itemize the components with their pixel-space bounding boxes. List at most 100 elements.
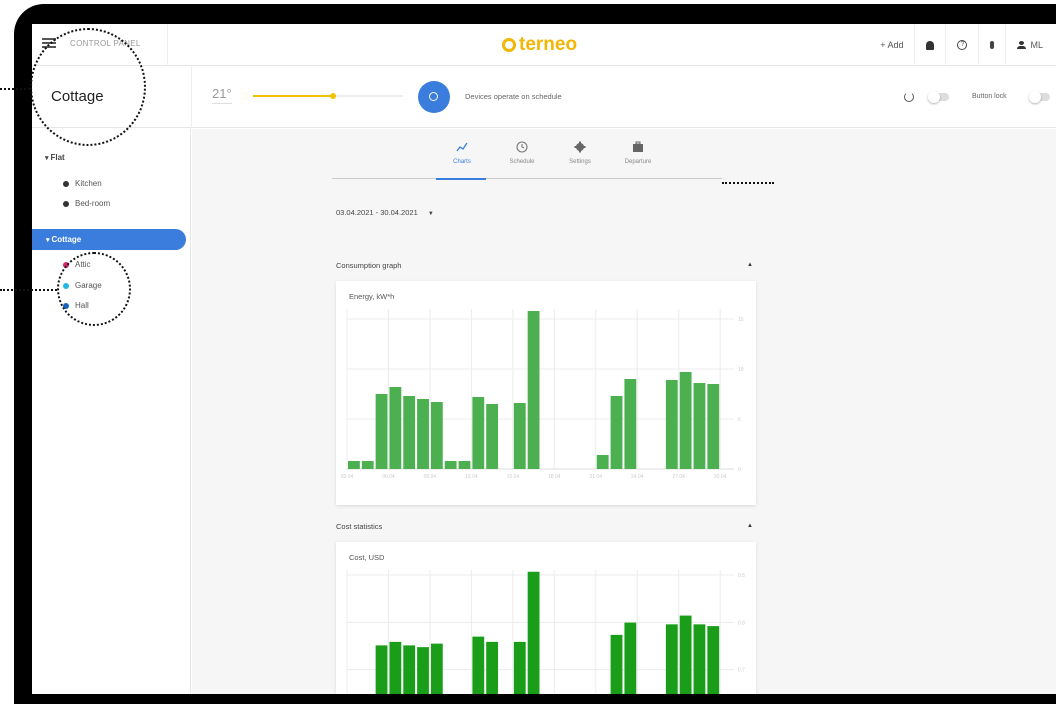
annotation-circle-location bbox=[30, 28, 146, 146]
user-icon bbox=[1017, 41, 1027, 49]
bar bbox=[693, 383, 706, 469]
sidebar-group-cottage[interactable]: Cottage bbox=[32, 229, 186, 250]
slider-fill bbox=[253, 95, 333, 97]
notifications-button[interactable] bbox=[914, 24, 945, 66]
power-toggle[interactable] bbox=[928, 91, 949, 103]
microphone-icon bbox=[990, 41, 995, 49]
bar bbox=[486, 404, 499, 469]
x-tick-label: 06.04 bbox=[382, 474, 395, 480]
y-tick-label: 0.5 bbox=[738, 573, 745, 579]
bell-icon bbox=[926, 40, 935, 50]
divider bbox=[191, 66, 192, 128]
annotation-line bbox=[0, 88, 30, 90]
sidebar-item-kitchen[interactable]: Kitchen bbox=[63, 179, 102, 188]
collapse-consumption-icon[interactable]: ▲ bbox=[747, 262, 753, 268]
bar bbox=[417, 647, 429, 694]
button-lock-toggle[interactable] bbox=[1029, 91, 1050, 103]
collapse-cost-icon[interactable]: ▲ bbox=[747, 523, 753, 529]
bar bbox=[348, 461, 360, 469]
x-tick-label: 24.04 bbox=[631, 474, 644, 480]
y-tick-label: 10 bbox=[738, 367, 744, 373]
bar bbox=[707, 384, 720, 469]
bar bbox=[693, 624, 706, 694]
bar bbox=[403, 396, 416, 469]
x-tick-label: 12.04 bbox=[465, 474, 478, 480]
bar bbox=[403, 645, 416, 694]
bar bbox=[361, 461, 374, 469]
tab-label: Departure bbox=[624, 159, 652, 165]
add-button[interactable]: + Add bbox=[869, 24, 914, 66]
date-range-select[interactable]: 03.04.2021 - 30.04.2021 ▼ bbox=[336, 208, 434, 217]
tab-settings[interactable]: Settings bbox=[554, 141, 606, 165]
user-initials: ML bbox=[1030, 40, 1043, 50]
bar bbox=[375, 394, 388, 469]
slider-thumb[interactable] bbox=[329, 93, 336, 99]
room-dot bbox=[63, 200, 69, 207]
room-label: Bed-room bbox=[75, 199, 111, 208]
chevron-down-icon: ▼ bbox=[427, 211, 434, 217]
bar bbox=[527, 311, 540, 469]
cost-chart-card: Cost, USD 0.5 0.8 0.7 bbox=[336, 542, 756, 694]
bar bbox=[375, 645, 388, 694]
help-icon: ? bbox=[957, 40, 968, 50]
sidebar-group-flat[interactable]: Flat bbox=[45, 153, 64, 162]
x-tick-label: 09.04 bbox=[424, 474, 437, 480]
help-button[interactable]: ? bbox=[945, 24, 978, 66]
voice-button[interactable] bbox=[978, 24, 1005, 66]
suitcase-icon bbox=[633, 141, 643, 152]
room-dot bbox=[63, 180, 69, 187]
tab-label: Settings bbox=[569, 159, 591, 165]
consumption-section-title: Consumption graph bbox=[336, 261, 402, 270]
bar bbox=[389, 641, 402, 694]
bar bbox=[430, 643, 443, 694]
gear-icon bbox=[574, 141, 586, 153]
tab-charts[interactable]: Charts bbox=[436, 141, 488, 165]
schedule-mode-button[interactable] bbox=[418, 81, 450, 113]
bar bbox=[665, 624, 678, 694]
top-bar: CONTROL PANEL terneo + Add ? ML bbox=[32, 24, 1056, 66]
consumption-chart-card: Energy, kW*h 0 5 10 15 03.04 06.04 09.04 12.04 1… bbox=[336, 281, 756, 505]
active-tab-indicator bbox=[436, 178, 486, 180]
location-bar: Cottage 21° Devices operate on schedule … bbox=[32, 66, 1056, 128]
clock-icon bbox=[516, 141, 528, 153]
terneo-logo: terneo bbox=[502, 34, 577, 56]
app-screen: CONTROL PANEL terneo + Add ? ML Cottage … bbox=[32, 24, 1056, 694]
bar bbox=[679, 372, 692, 469]
bar bbox=[707, 626, 720, 694]
x-tick-label: 30.04 bbox=[714, 474, 727, 480]
bar bbox=[624, 379, 637, 469]
annotation-line bbox=[0, 289, 57, 291]
power-icon bbox=[904, 92, 914, 102]
user-menu-button[interactable]: ML bbox=[1005, 24, 1054, 66]
date-range-value: 03.04.2021 - 30.04.2021 bbox=[336, 208, 418, 217]
bar bbox=[610, 396, 623, 469]
main-content: Charts Schedule Settings Departure 03.04… bbox=[192, 129, 1056, 694]
bar bbox=[527, 571, 540, 694]
bar bbox=[624, 622, 637, 694]
bar bbox=[679, 615, 692, 694]
chart-line-icon bbox=[456, 142, 468, 152]
bar bbox=[444, 461, 457, 469]
y-tick-label: 0.7 bbox=[738, 668, 745, 674]
temperature-slider[interactable] bbox=[253, 93, 403, 99]
bar bbox=[389, 387, 402, 469]
bar bbox=[665, 380, 678, 469]
bar bbox=[472, 397, 485, 469]
tab-departure[interactable]: Departure bbox=[612, 141, 664, 165]
annotation-line bbox=[722, 182, 774, 184]
bar bbox=[458, 461, 471, 469]
y-tick-label: 0 bbox=[738, 467, 741, 473]
x-tick-label: 15.04 bbox=[507, 474, 520, 480]
energy-chart: 0 5 10 15 03.04 06.04 09.04 12.04 15.04 18.04 21.0… bbox=[341, 309, 744, 480]
bar bbox=[513, 641, 526, 694]
x-tick-label: 18.04 bbox=[548, 474, 561, 480]
x-tick-label: 27.04 bbox=[672, 474, 685, 480]
tab-label: Charts bbox=[453, 159, 471, 165]
bar bbox=[610, 634, 623, 694]
temperature-value: 21° bbox=[212, 86, 232, 104]
sidebar: Flat Kitchen Bed-room Cottage Attic Gara… bbox=[32, 129, 191, 694]
tab-schedule[interactable]: Schedule bbox=[496, 141, 548, 165]
button-lock-label: Button lock bbox=[972, 93, 1007, 100]
sidebar-item-bed-room[interactable]: Bed-room bbox=[63, 199, 110, 208]
cost-chart: 0.5 0.8 0.7 bbox=[346, 570, 745, 694]
